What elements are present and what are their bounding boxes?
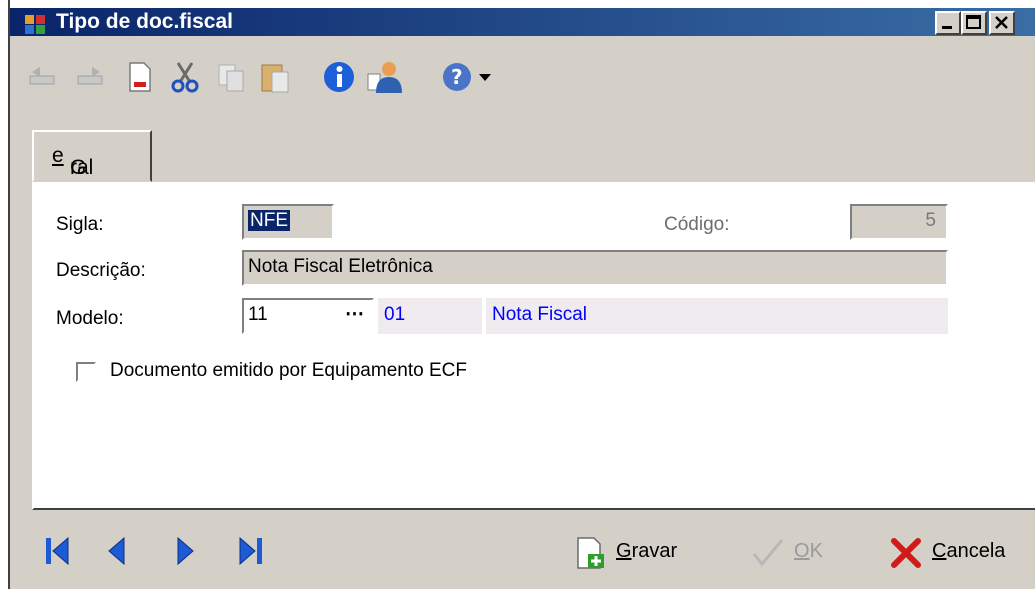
window-title: Tipo de doc.fiscal: [56, 10, 233, 33]
toolbar: ?: [10, 36, 1035, 122]
checkmark-icon: [752, 539, 784, 567]
codigo-input[interactable]: 5: [850, 204, 948, 240]
delete-doc-icon[interactable]: [122, 60, 156, 94]
modelo-lookup-button[interactable]: ⋯: [345, 300, 364, 330]
ecf-checkbox[interactable]: [76, 362, 96, 382]
close-icon: [995, 16, 1008, 29]
modelo-input[interactable]: 11 ⋯: [242, 298, 374, 334]
form-panel: Sigla: NFE Código: 5 Descrição: Nota Fis…: [32, 182, 1035, 510]
gravar-button[interactable]: Gravar: [572, 536, 702, 570]
redo-icon[interactable]: [72, 60, 106, 94]
cancela-button[interactable]: Cancela: [888, 536, 1028, 570]
app-icon: [25, 15, 45, 34]
previous-record-icon[interactable]: [104, 534, 128, 568]
maximize-icon: [966, 15, 981, 29]
dropdown-arrow-icon[interactable]: [476, 60, 494, 94]
sigla-input[interactable]: NFE: [242, 204, 334, 240]
tab-geral[interactable]: Ge ral: [32, 130, 152, 182]
ok-button[interactable]: OK: [750, 536, 840, 570]
modelo-code-field: 01: [378, 298, 482, 334]
help-icon[interactable]: ?: [440, 60, 474, 94]
undo-icon[interactable]: [26, 60, 60, 94]
copy-icon[interactable]: [214, 60, 248, 94]
modelo-label: Modelo:: [56, 308, 124, 329]
ecf-checkbox-label[interactable]: Documento emitido por Equipamento ECF: [110, 360, 467, 382]
first-record-icon[interactable]: [42, 534, 72, 568]
title-bar[interactable]: Tipo de doc.fiscal: [10, 0, 1035, 36]
cut-icon[interactable]: [168, 60, 202, 94]
minimize-icon: [942, 26, 952, 29]
svg-text:?: ?: [451, 65, 463, 89]
next-record-icon[interactable]: [174, 534, 198, 568]
tab-strip: Ge ral: [10, 122, 1035, 184]
codigo-label: Código:: [664, 214, 730, 235]
maximize-button[interactable]: [961, 11, 987, 35]
minimize-button[interactable]: [935, 11, 961, 35]
descricao-label: Descrição:: [56, 260, 146, 281]
user-icon[interactable]: [366, 60, 404, 94]
close-button[interactable]: [989, 11, 1015, 35]
last-record-icon[interactable]: [236, 534, 266, 568]
bottom-bar: Gravar OK Cancela: [10, 510, 1035, 589]
tab-geral-label: Ge ral: [52, 144, 94, 179]
descricao-input[interactable]: Nota Fiscal Eletrônica: [242, 250, 948, 286]
info-icon[interactable]: [322, 60, 356, 94]
dialog-window: Tipo de doc.fiscal ? G e ral Sigla: NFE …: [8, 0, 1035, 589]
sigla-label: Sigla:: [56, 214, 104, 235]
modelo-description-field: Nota Fiscal: [486, 298, 948, 334]
paste-icon[interactable]: [258, 60, 292, 94]
cancel-x-icon: [891, 538, 921, 568]
save-doc-icon: [577, 537, 604, 569]
